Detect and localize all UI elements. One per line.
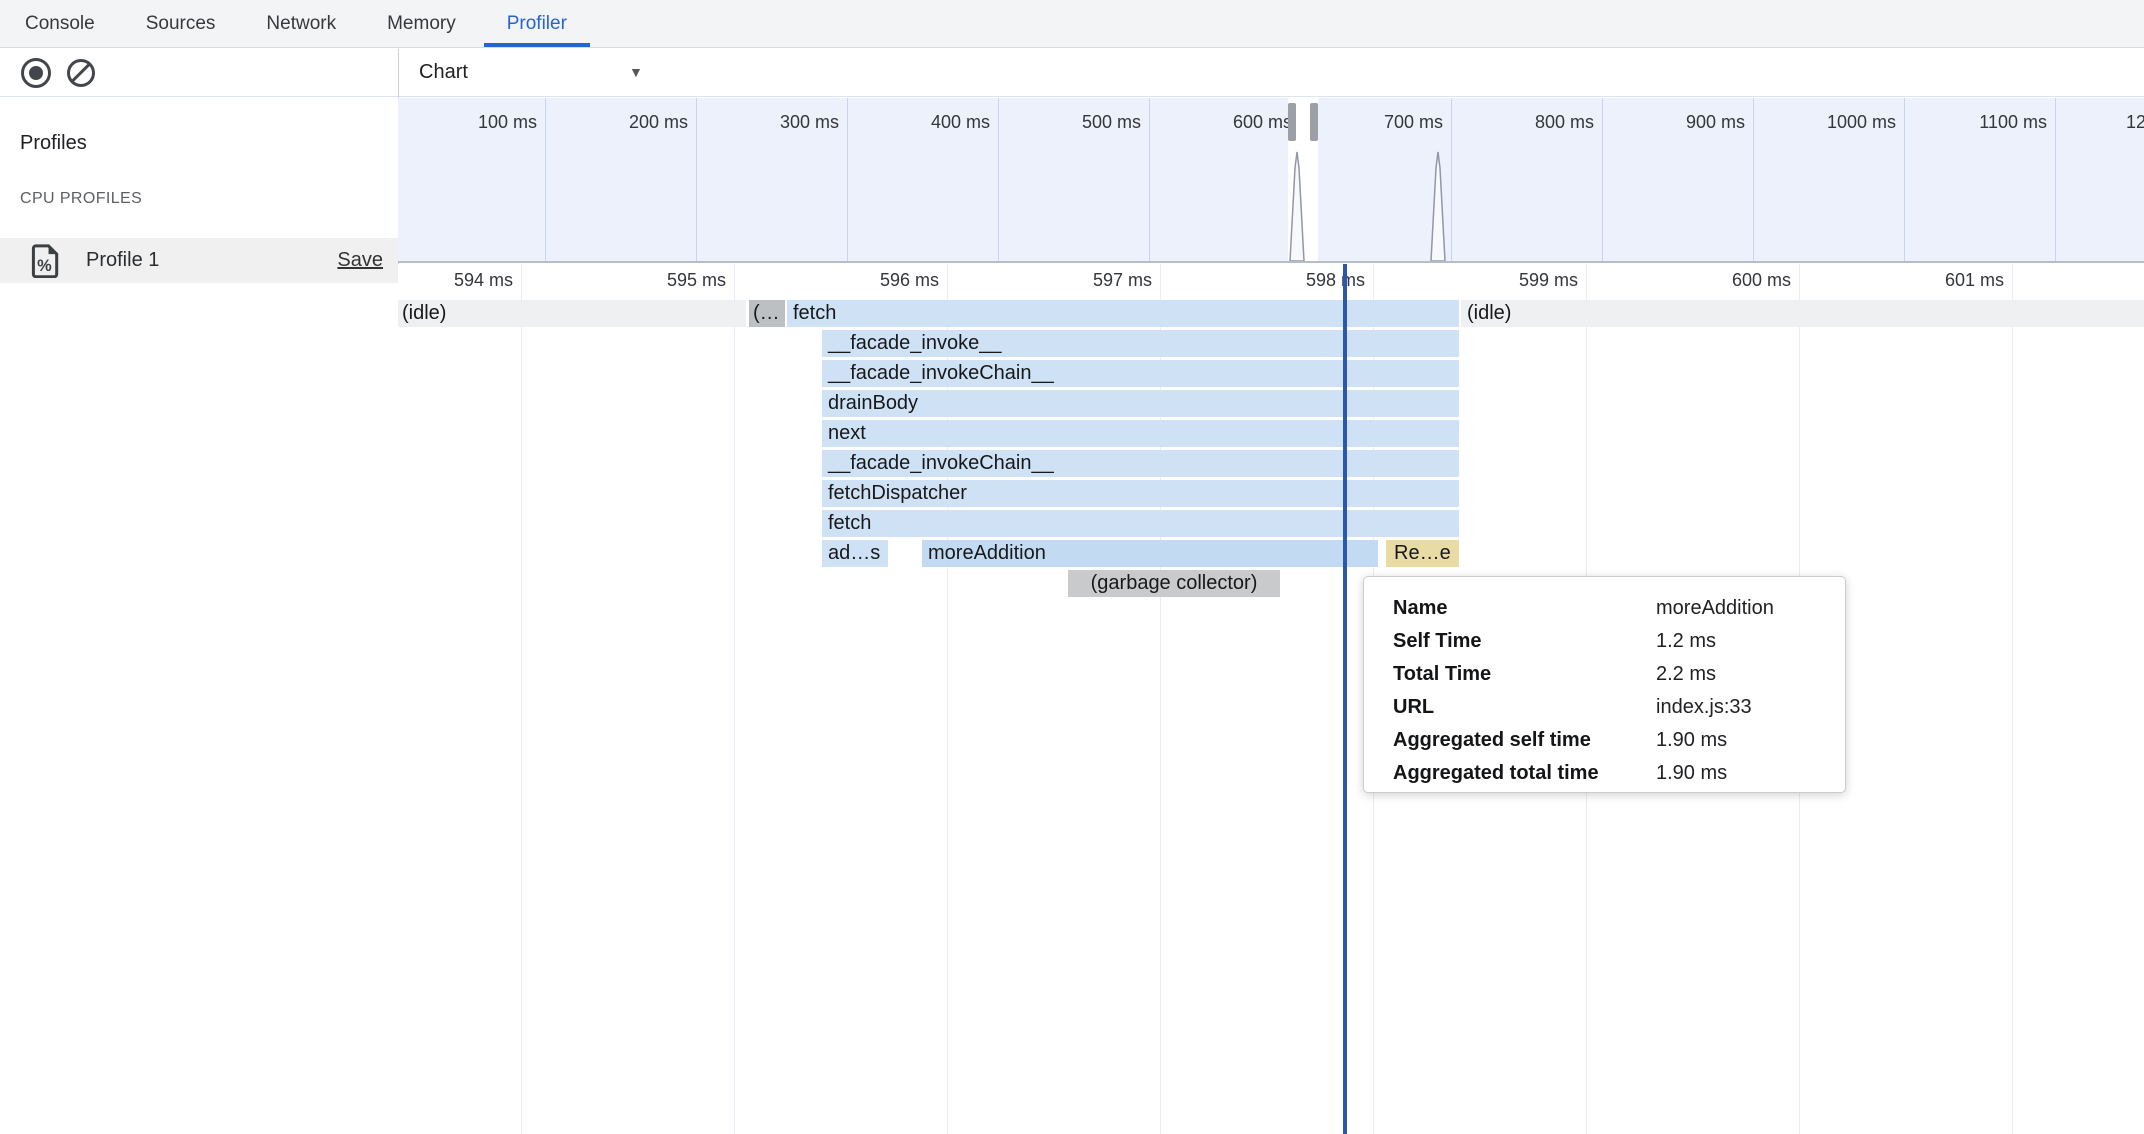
chevron-down-icon: ▼	[629, 49, 643, 95]
flame-frame[interactable]: __facade_invokeChain__	[822, 450, 1459, 477]
tooltip-value: 1.90 ms	[1656, 724, 1727, 757]
profile-document-icon: %	[30, 244, 62, 283]
detail-gridline	[734, 264, 735, 1134]
detail-tick-label: 594 ms	[454, 270, 513, 291]
tooltip-row: Total Time 2.2 ms	[1364, 658, 1845, 691]
flame-frame[interactable]: drainBody	[822, 390, 1459, 417]
tooltip-label: Name	[1393, 592, 1447, 625]
detail-gridline	[521, 264, 522, 1134]
flame-frame[interactable]: fetchDispatcher	[822, 480, 1459, 507]
flame-frame[interactable]: moreAddition	[922, 540, 1378, 567]
tab-memory[interactable]: Memory	[364, 0, 479, 47]
detail-tick-label: 598 ms	[1306, 270, 1365, 291]
detail-tick-label: 600 ms	[1732, 270, 1791, 291]
flame-frame[interactable]: __facade_invokeChain__	[822, 360, 1459, 387]
tab-network[interactable]: Network	[243, 0, 359, 47]
profile-name: Profile 1	[86, 238, 159, 283]
tab-profiler[interactable]: Profiler	[484, 0, 590, 47]
tooltip-row: Self Time 1.2 ms	[1364, 625, 1845, 658]
chart-toolbar: Chart ▼	[399, 49, 2144, 97]
tooltip-row: Name moreAddition	[1364, 592, 1845, 625]
tab-sources[interactable]: Sources	[123, 0, 239, 47]
tooltip-label: Self Time	[1393, 625, 1482, 658]
flame-chart[interactable]: 594 ms 595 ms 596 ms 597 ms 598 ms 599 ms 600 …	[398, 264, 2144, 1134]
devtools-window: ConsoleSourcesNetworkMemoryProfiler Char…	[0, 0, 2144, 1134]
tab-bar: ConsoleSourcesNetworkMemoryProfiler	[0, 0, 2144, 48]
tooltip-label: Aggregated self time	[1393, 724, 1591, 757]
detail-tick-label: 597 ms	[1093, 270, 1152, 291]
flame-frame[interactable]: fetch	[822, 510, 1459, 537]
cpu-activity-spikes	[398, 98, 2144, 261]
sidebar-item-profile-1[interactable]: % Profile 1 Save	[0, 238, 398, 283]
tooltip-row: Aggregated total time 1.90 ms	[1364, 757, 1845, 790]
tooltip-label: Aggregated total time	[1393, 757, 1599, 790]
flame-frame[interactable]: ad…s	[822, 540, 888, 567]
detail-tick-label: 595 ms	[667, 270, 726, 291]
detail-tick-label: 596 ms	[880, 270, 939, 291]
clear-slash-icon	[71, 63, 90, 82]
save-profile-link[interactable]: Save	[337, 238, 383, 283]
detail-tick-label: 601 ms	[1945, 270, 2004, 291]
cpu-profiles-heading: CPU PROFILES	[20, 190, 142, 208]
svg-text:%: %	[37, 257, 52, 275]
tooltip-label: Total Time	[1393, 658, 1491, 691]
tooltip-value: 1.90 ms	[1656, 757, 1727, 790]
tab-console[interactable]: Console	[2, 0, 118, 47]
flame-frame[interactable]: (…	[749, 300, 785, 327]
flame-frame[interactable]: next	[822, 420, 1459, 447]
current-time-marker[interactable]	[1343, 264, 1347, 1134]
flame-frame[interactable]: __facade_invoke__	[822, 330, 1459, 357]
sidebar-toolbar	[0, 49, 398, 97]
tooltip-value: moreAddition	[1656, 592, 1774, 625]
flame-frame[interactable]: (idle)	[1461, 300, 2144, 327]
frame-tooltip: NamemoreAdditionSelf Time1.2 msTotal Tim…	[1363, 576, 1846, 793]
flame-frame[interactable]: (idle)	[398, 300, 746, 327]
tooltip-value: index.js:33	[1656, 691, 1752, 724]
tooltip-row: URL index.js:33	[1364, 691, 1845, 724]
timeline-overview[interactable]: 100 ms200 ms300 ms400 ms500 ms600 ms700 …	[398, 98, 2144, 263]
detail-tick-label: 599 ms	[1519, 270, 1578, 291]
chart-select-label: Chart	[419, 49, 468, 95]
chart-type-select[interactable]: Chart ▼	[399, 49, 669, 96]
tooltip-value: 2.2 ms	[1656, 658, 1716, 691]
tooltip-label: URL	[1393, 691, 1434, 724]
detail-gridline	[2012, 264, 2013, 1134]
record-dot-icon	[29, 66, 43, 80]
flame-frame[interactable]: fetch	[787, 300, 1459, 327]
tooltip-value: 1.2 ms	[1656, 625, 1716, 658]
record-icon[interactable]	[21, 58, 51, 88]
clear-icon[interactable]	[67, 59, 95, 87]
flame-frame[interactable]: (garbage collector)	[1068, 570, 1280, 597]
profiles-title: Profiles	[20, 132, 87, 155]
tooltip-row: Aggregated self time 1.90 ms	[1364, 724, 1845, 757]
flame-frame[interactable]: Re…e	[1386, 540, 1459, 567]
